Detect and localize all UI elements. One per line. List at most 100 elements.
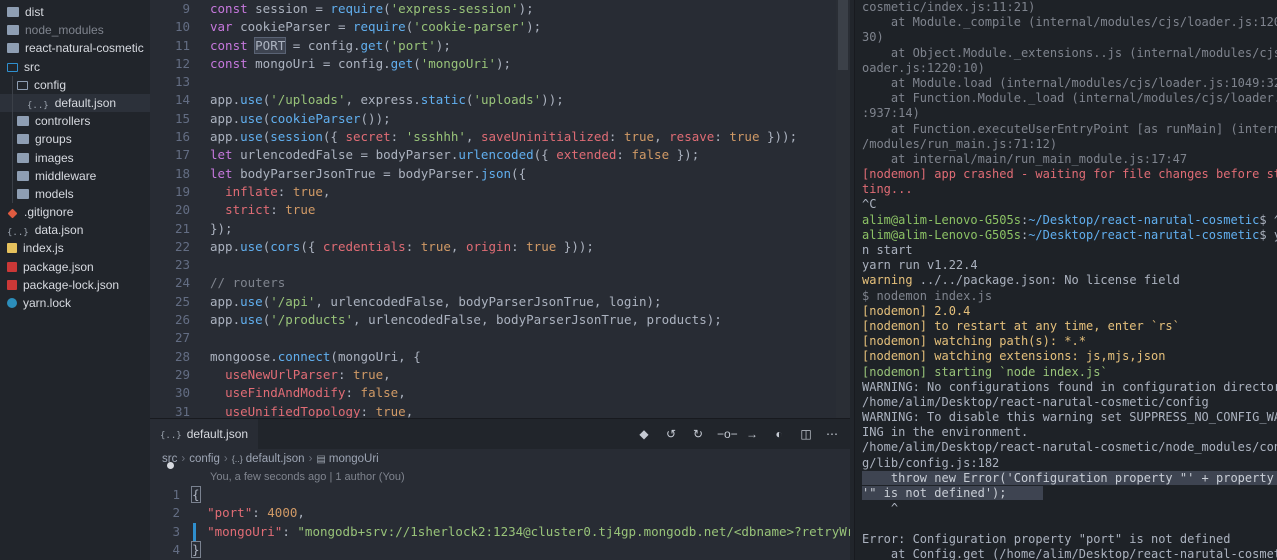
explorer-item-label: default.json [54, 95, 117, 110]
explorer-item[interactable]: dist [0, 3, 150, 21]
tab-default-json[interactable]: {..} default.json [150, 419, 258, 469]
code-line[interactable]: 3 "mongoUri": "mongodb+srv://1sherlock2:… [150, 522, 850, 541]
terminal-text: at Module._compile (internal/modules/cjs… [862, 15, 1277, 30]
code-line[interactable]: 13 [150, 73, 850, 91]
code-line[interactable]: 18 let bodyParserJsonTrue = bodyParser.js… [150, 165, 850, 183]
terminal-line: n start [855, 243, 1277, 258]
code-token: "mongodb+srv://1sherlock2:1234@cluster0.… [297, 523, 850, 539]
code-editor-index-js[interactable]: 9 const session = require('express-sessio… [150, 0, 850, 418]
code-token: use [240, 312, 263, 328]
terminal-text: at internal/main/run_main_module.js:17:4… [862, 151, 1188, 166]
explorer-item-label: middleware [35, 168, 97, 183]
git-blame-codelens[interactable]: You, a few seconds ago | 1 author (You) [150, 469, 850, 486]
line-number: 9 [182, 1, 190, 16]
terminal-text: /modules/run_main.js:71:12) [862, 136, 1058, 151]
code-line[interactable]: 17 let urlencodedFalse = bodyParser.urlen… [150, 146, 850, 164]
code-token: false [631, 147, 670, 163]
breadcrumb-item[interactable]: mongoUri [329, 453, 379, 465]
go-back-icon[interactable]: ↻ [690, 426, 706, 442]
terminal-line: at Module._compile (internal/modules/cjs… [855, 15, 1277, 30]
code-line[interactable]: 27 [150, 329, 850, 347]
code-token: }); [669, 147, 700, 163]
terminal-line: ^C [855, 197, 1277, 212]
code-token: const [210, 37, 256, 53]
code-token: })); [556, 238, 594, 254]
explorer-item[interactable]: middleware [0, 166, 150, 185]
split-editor-icon[interactable]: ◫ [798, 426, 814, 442]
code-editor-default-json[interactable]: {..}default.json ◆ ↺ ↻ −o− → ◐ ◫ ⋯ src›c… [150, 418, 850, 560]
scrollbar-thumb[interactable] [838, 0, 848, 70]
explorer-item[interactable]: groups [0, 130, 150, 149]
terminal-text: g/lib/config.js:182 [862, 455, 1000, 470]
code-token: true [285, 202, 316, 218]
more-actions-icon[interactable]: ⋯ [824, 426, 840, 442]
code-line[interactable]: 14 app.use('/uploads', express.static('up… [150, 91, 850, 109]
code-token: ); [496, 55, 512, 71]
git-graph-icon[interactable]: ◆ [636, 426, 652, 442]
explorer-item[interactable]: config [0, 75, 150, 94]
code-line[interactable]: 25 app.use('/api', urlencodedFalse, bodyP… [150, 293, 850, 311]
code-line[interactable]: 28 mongoose.connect(mongoUri, { [150, 348, 850, 366]
code-line[interactable]: 4} [150, 540, 850, 559]
code-token: )); [541, 92, 564, 108]
terminal-text: [nodemon] 2.0.4 [862, 303, 971, 318]
chevron-right-icon: › [181, 453, 186, 465]
code-line[interactable]: 24 // routers [150, 274, 850, 292]
code-line[interactable]: 2 "port": 4000, [150, 504, 850, 522]
editor-scrollbar[interactable] [836, 0, 850, 418]
go-forward-icon[interactable]: → [744, 426, 760, 442]
explorer-item-label: groups [35, 132, 72, 147]
explorer-item[interactable]: package.json [0, 258, 150, 276]
folder-icon [7, 25, 19, 36]
breadcrumb-item[interactable]: config [189, 453, 220, 465]
breadcrumb-item[interactable]: default.json [246, 453, 305, 465]
code-line[interactable]: 26 app.use('/products', urlencodedFalse, … [150, 311, 850, 329]
open-changes-icon[interactable]: ↺ [663, 426, 679, 442]
code-token: strict [225, 202, 271, 218]
code-line[interactable]: 30 useFindAndModify: false, [150, 384, 850, 402]
toggle-blame-icon[interactable]: ◐ [771, 426, 787, 442]
code-line[interactable]: 23 [150, 256, 850, 274]
code-line[interactable]: 20 strict: true [150, 201, 850, 219]
code-token: inflate [225, 183, 278, 199]
explorer-item[interactable]: src [0, 58, 150, 76]
explorer-item[interactable]: yarn.lock [0, 294, 150, 312]
code-line[interactable]: 16 app.use(session({ secret: 'ssshhh', sa… [150, 128, 850, 146]
code-line[interactable]: 19 inflate: true, [150, 183, 850, 201]
explorer-item[interactable]: images [0, 148, 150, 167]
code-line[interactable]: 9 const session = require('express-sessio… [150, 0, 850, 18]
terminal-text: yarn run v1.22.4 [862, 258, 978, 273]
integrated-terminal[interactable]: cosmetic/index.js:11:21) at Module._comp… [854, 0, 1277, 560]
terminal-text: ting... [862, 182, 913, 197]
explorer-item[interactable]: react-natural-cosmetic [0, 39, 150, 57]
code-token: saveUninitialized [480, 129, 609, 145]
terminal-line: 30) [855, 30, 1277, 45]
code-token: session = [255, 1, 331, 16]
explorer-item[interactable]: models [0, 184, 150, 204]
code-line[interactable]: 15 app.use(cookieParser()); [150, 110, 850, 128]
indent-guide [12, 75, 13, 94]
terminal-line: ting... [855, 182, 1277, 197]
code-token: : [277, 183, 293, 199]
explorer-item[interactable]: controllers [0, 112, 150, 131]
code-line[interactable]: 11 const PORT = config.get('port'); [150, 36, 850, 55]
previous-change-icon[interactable]: −o− [717, 426, 738, 442]
explorer-item[interactable]: {..} default.json [0, 93, 150, 113]
json-code-area[interactable]: 1{2 "port": 4000, 3 "mongoUri": "mongodb+… [150, 486, 850, 559]
code-line[interactable]: 22 app.use(cors({ credentials: true, orig… [150, 238, 850, 256]
code-line[interactable]: 10 var cookieParser = require('cookie-par… [150, 18, 850, 36]
code-line[interactable]: 1{ [150, 486, 850, 504]
code-line[interactable]: 12 const mongoUri = config.get('mongoUri'… [150, 55, 850, 73]
explorer-item[interactable]: {..} data.json [0, 221, 150, 239]
code-line[interactable]: 31 useUnifiedTopology: true, [150, 403, 850, 418]
unsaved-dot-icon[interactable] [167, 462, 174, 469]
code-token: , [383, 366, 391, 382]
yarn-file-icon [7, 298, 17, 308]
explorer-item[interactable]: .gitignore [0, 203, 150, 221]
explorer-item[interactable]: package-lock.json [0, 276, 150, 294]
code-line[interactable]: 21}); [150, 220, 850, 238]
explorer-item[interactable]: index.js [0, 239, 150, 257]
terminal-text: at Module.load (internal/modules/cjs/loa… [862, 75, 1277, 90]
code-line[interactable]: 29 useNewUrlParser: true, [150, 366, 850, 384]
explorer-item[interactable]: node_modules [0, 21, 150, 39]
